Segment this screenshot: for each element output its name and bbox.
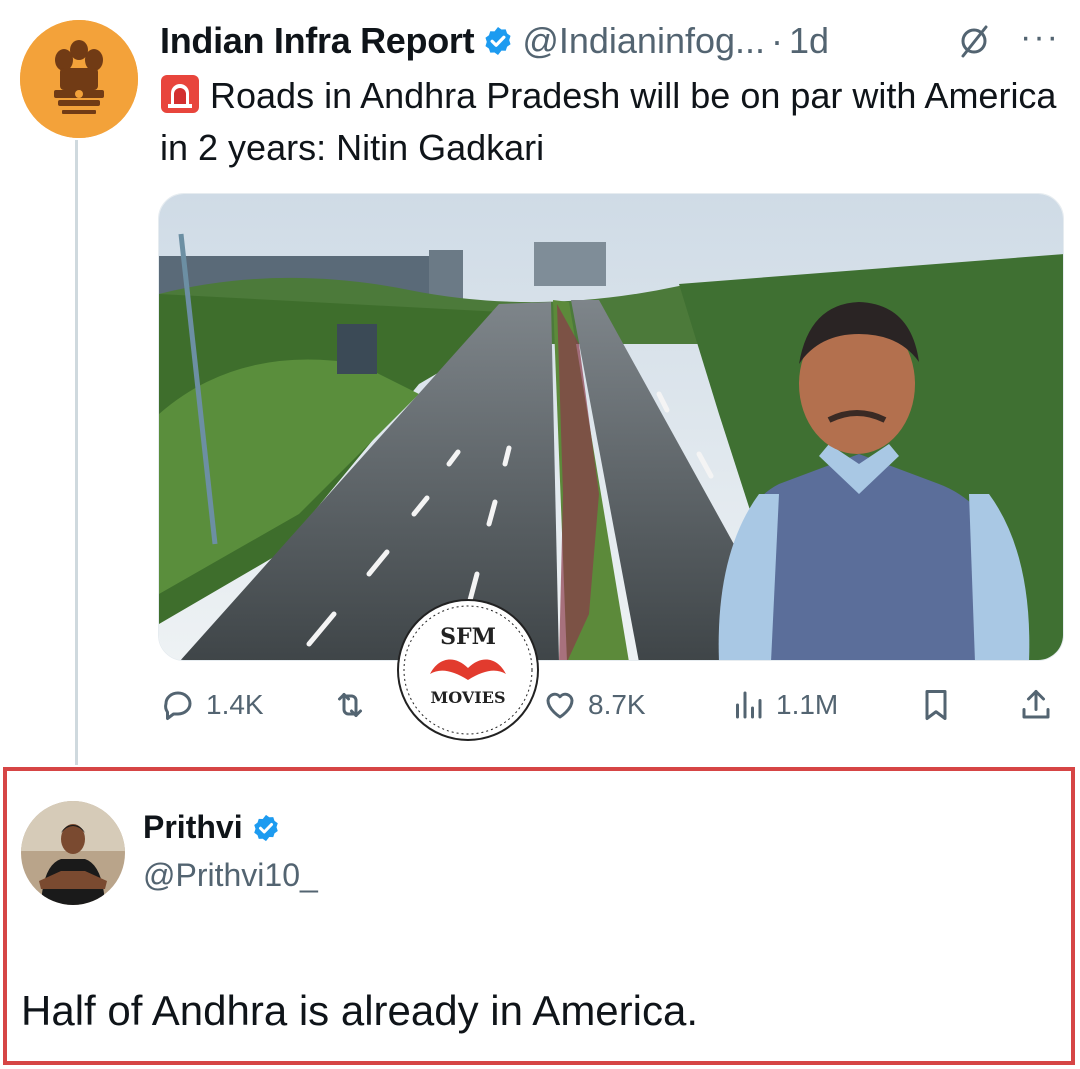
author-handle[interactable]: @Indianinfog...: [522, 20, 765, 62]
tweet-media[interactable]: [158, 193, 1064, 661]
highway-photo: [159, 194, 1063, 660]
reply-author-avatar[interactable]: [21, 801, 125, 905]
heart-icon: [546, 692, 574, 719]
tweet-header: Indian Infra Report @Indianinfog... · 1d: [160, 16, 829, 66]
reply-author-name[interactable]: Prithvi: [143, 809, 243, 846]
reply-button[interactable]: 1.4K: [160, 680, 264, 730]
watermark-top-text: SFM: [440, 624, 496, 650]
user-photo: [21, 801, 125, 905]
views-icon: [736, 691, 762, 719]
highlighted-reply: Prithvi @Prithvi10_ Half of Andhra is al…: [3, 767, 1075, 1065]
more-options-icon[interactable]: ···: [1020, 20, 1060, 54]
view-count: 1.1M: [776, 689, 839, 720]
author-name[interactable]: Indian Infra Report: [160, 20, 475, 62]
tweet-actions: 1.4K 8.7K 1.1M: [160, 680, 1060, 730]
views-button[interactable]: 1.1M: [730, 680, 838, 730]
share-button[interactable]: [1018, 680, 1064, 730]
verified-badge-icon: [253, 814, 278, 841]
screenshot-frame: Indian Infra Report @Indianinfog... · 1d…: [0, 0, 1080, 1069]
like-count: 8.7K: [588, 689, 646, 720]
bookmark-button[interactable]: [918, 680, 964, 730]
author-avatar[interactable]: [20, 20, 138, 138]
reply-author-name-row: Prithvi: [143, 809, 289, 846]
reply-author-handle[interactable]: @Prithvi10_: [143, 857, 318, 894]
tweet-time[interactable]: 1d: [789, 20, 829, 62]
share-icon: [1022, 690, 1050, 719]
retweet-button[interactable]: [332, 680, 378, 730]
tweet-text: Roads in Andhra Pradesh will be on par w…: [160, 70, 1060, 174]
grok-icon[interactable]: [955, 22, 993, 60]
siren-icon: [161, 75, 199, 113]
verified-badge-icon: [485, 27, 511, 55]
thread-line: [75, 140, 78, 765]
reply-count: 1.4K: [206, 689, 264, 720]
reply-icon: [164, 691, 192, 720]
retweet-icon: [338, 693, 362, 717]
separator-dot: ·: [771, 20, 784, 61]
reply-text: Half of Andhra is already in America.: [21, 987, 699, 1034]
like-button[interactable]: 8.7K: [542, 680, 646, 730]
bookmark-icon: [925, 690, 947, 720]
tweet-text-content: Roads in Andhra Pradesh will be on par w…: [160, 75, 1057, 168]
emblem-icon: [20, 20, 138, 138]
